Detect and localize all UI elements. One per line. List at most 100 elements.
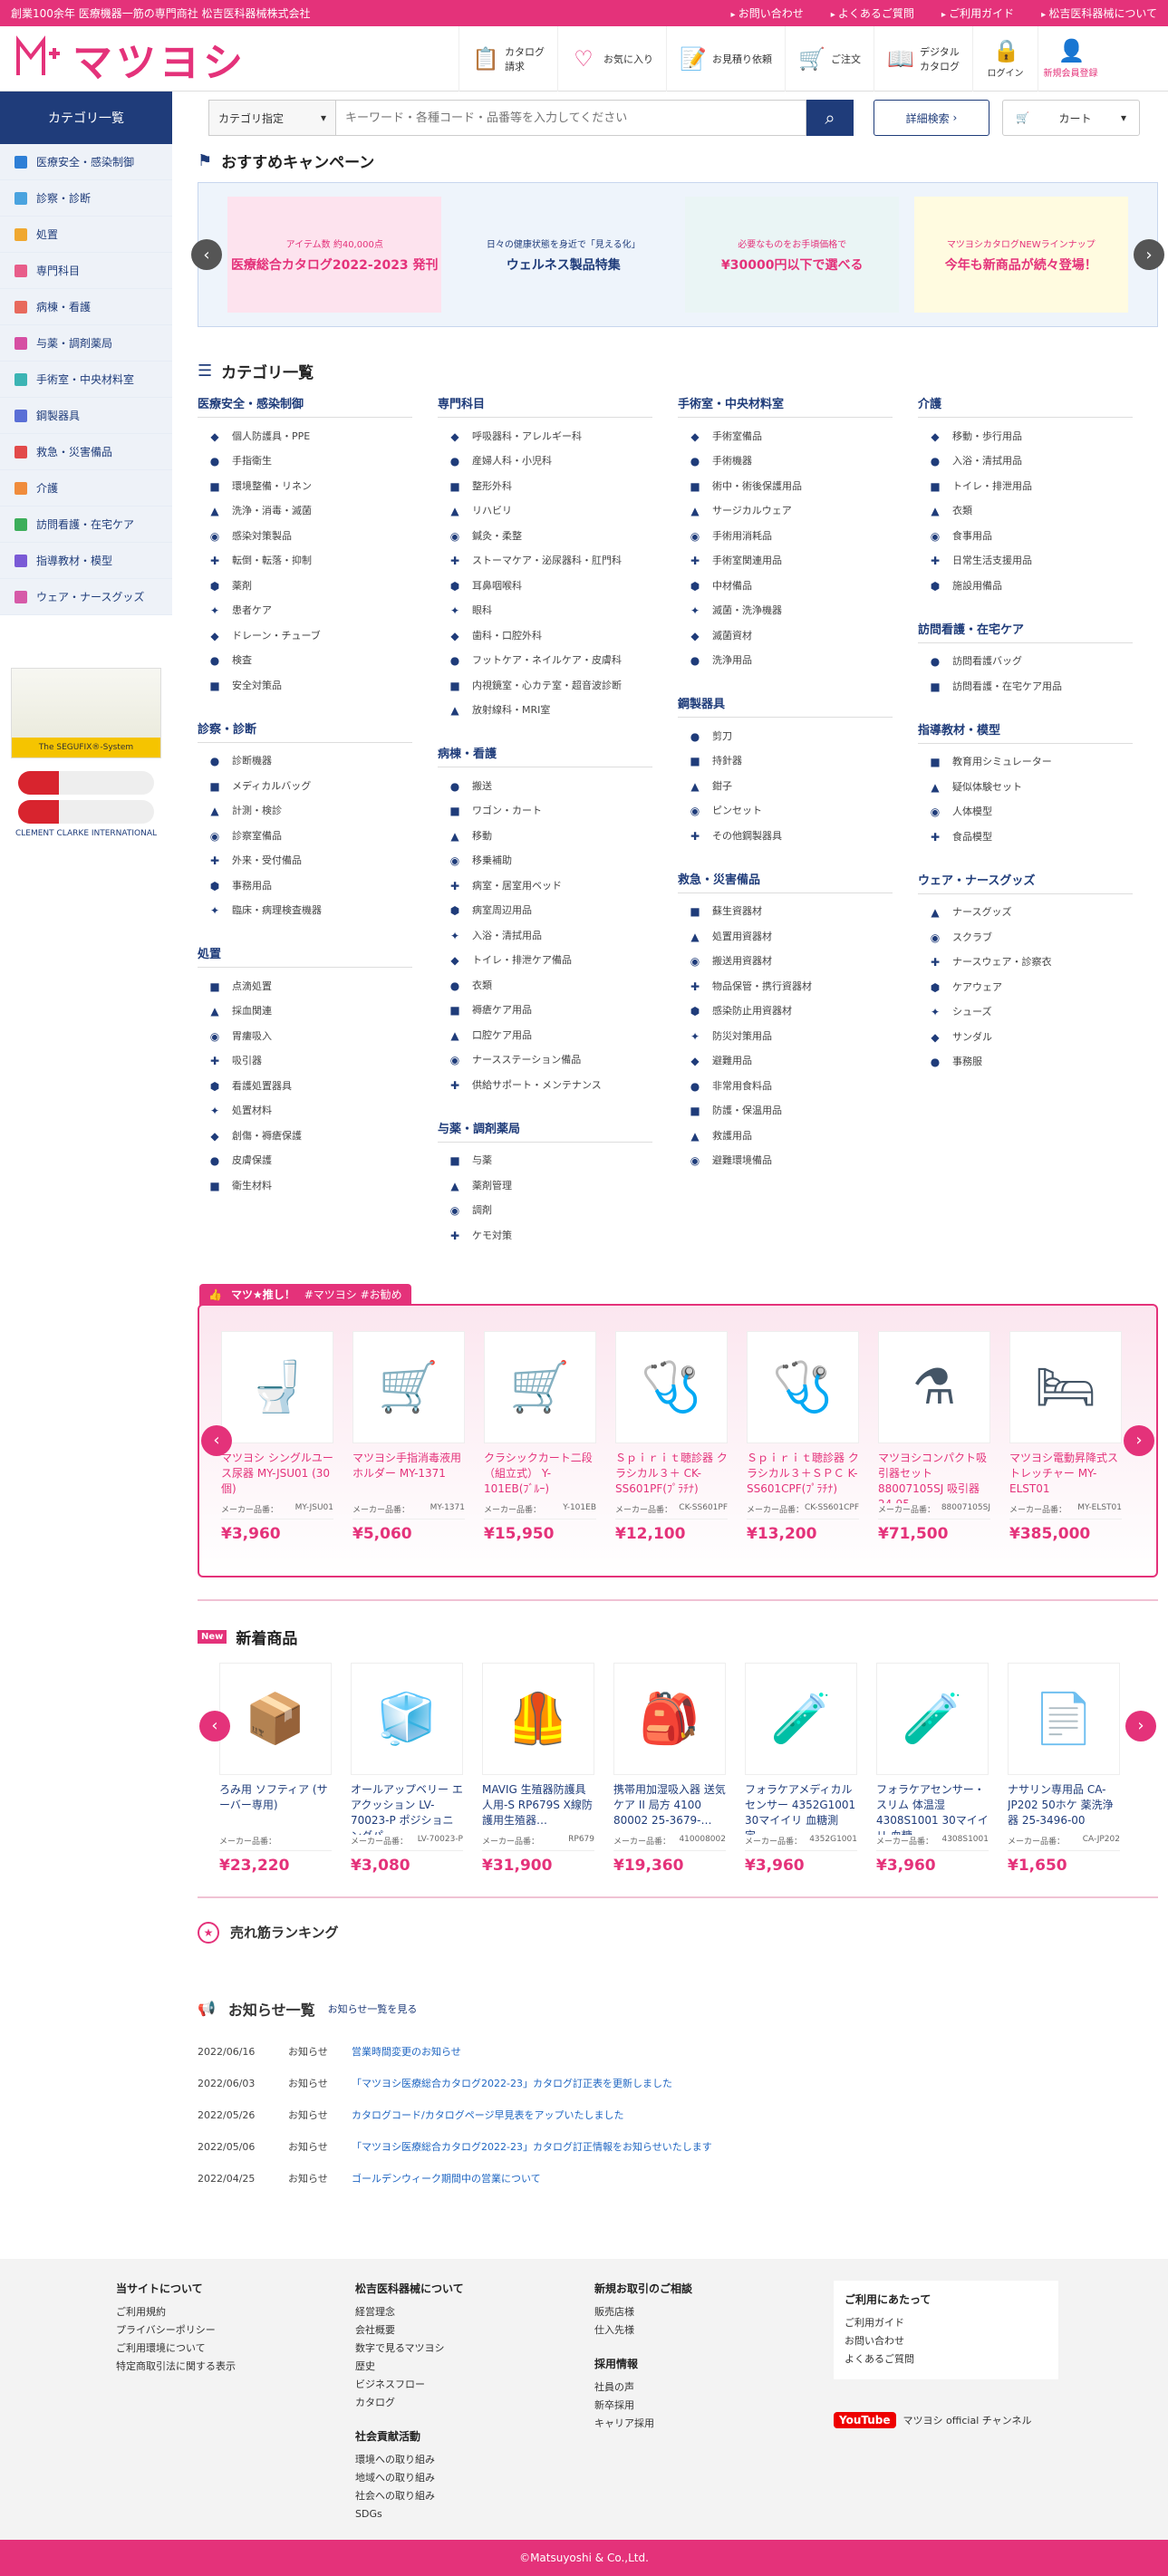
sidebar-item[interactable]: ウェア・ナースグッズ xyxy=(0,579,172,615)
campaign-banner[interactable]: アイテム数 約40,000点 医療総合カタログ2022-2023 発刊 xyxy=(227,197,442,313)
sidebar-item[interactable]: 診察・診断 xyxy=(0,180,172,217)
product-image[interactable]: 📄 xyxy=(1008,1662,1120,1775)
product-name[interactable]: Ｓｐｉｒｉｔ聴診器 クラシカル３＋ＳＰＣ K-SS601CPF(ﾌﾟﾗﾁﾅ) xyxy=(747,1451,859,1503)
category-link[interactable]: ● 訪問看護バッグ xyxy=(918,649,1133,674)
category-link[interactable]: ✚ 供給サポート・メンテナンス xyxy=(438,1072,652,1097)
header-nav-item[interactable]: 📖 デジタル カタログ xyxy=(874,25,972,92)
footer-link[interactable]: ご利用ガイド xyxy=(845,2314,1047,2332)
category-link[interactable]: ⬢ 薬剤 xyxy=(198,573,412,598)
sidebar-item[interactable]: 救急・災害備品 xyxy=(0,434,172,470)
product-image[interactable]: 🦺 xyxy=(482,1662,594,1775)
category-link[interactable]: ▲ 移動 xyxy=(438,823,652,848)
product-image[interactable]: 🩺 xyxy=(615,1330,728,1443)
category-group-heading[interactable]: 介護 xyxy=(918,394,1133,418)
product-name[interactable]: ろみ用 ソフティア (サーバー専用) xyxy=(219,1782,332,1835)
new-prev-button[interactable]: ‹ xyxy=(199,1710,230,1741)
product-name[interactable]: 携帯用加湿吸入器 送気ケア II 局方 4100 80002 25-3679-… xyxy=(613,1782,726,1835)
category-link[interactable]: ● 手指衛生 xyxy=(198,449,412,474)
category-link[interactable]: ▲ 処置用資器材 xyxy=(678,923,893,949)
footer-link[interactable]: 社会への取り組み xyxy=(355,2487,594,2505)
category-link[interactable]: ■ 衛生材料 xyxy=(198,1172,412,1198)
top-link-faq[interactable]: よくあるご質問 xyxy=(831,5,914,21)
category-link[interactable]: ■ 訪問看護・在宅ケア用品 xyxy=(918,673,1133,699)
category-link[interactable]: ● 事務服 xyxy=(918,1049,1133,1075)
product-name[interactable]: マツヨシ電動昇降式ストレッチャー MY-ELST01 xyxy=(1009,1451,1122,1503)
category-link[interactable]: ● 手術機器 xyxy=(678,449,893,474)
product-card[interactable]: 📦 ろみ用 ソフティア (サーバー専用) メーカー品番： ¥23,220 xyxy=(219,1662,332,1875)
category-link[interactable]: ✚ 食品模型 xyxy=(918,824,1133,849)
product-image[interactable]: 🧊 xyxy=(351,1662,463,1775)
category-link[interactable]: ◉ 診察室備品 xyxy=(198,823,412,848)
sidebar-item[interactable]: 鋼製器具 xyxy=(0,398,172,434)
category-link[interactable]: ▲ ナースグッズ xyxy=(918,900,1133,925)
category-link[interactable]: ▲ 採血関連 xyxy=(198,999,412,1024)
category-link[interactable]: ◉ 鍼灸・柔整 xyxy=(438,523,652,548)
footer-link[interactable]: お問い合わせ xyxy=(845,2332,1047,2350)
top-link-contact[interactable]: お問い合わせ xyxy=(730,5,804,21)
product-name[interactable]: マツヨシ手指消毒液用ホルダー MY-1371 xyxy=(352,1451,465,1503)
category-link[interactable]: ✦ シューズ xyxy=(918,999,1133,1025)
product-image[interactable]: 🚽 xyxy=(221,1330,333,1443)
product-image[interactable]: 🛒 xyxy=(352,1330,465,1443)
category-group-heading[interactable]: 指導教材・模型 xyxy=(918,720,1133,744)
category-group-heading[interactable]: 医療安全・感染制御 xyxy=(198,394,412,418)
recommend-prev-button[interactable]: ‹ xyxy=(201,1424,232,1456)
footer-link[interactable]: 社員の声 xyxy=(594,2378,834,2397)
category-link[interactable]: ✚ 吸引器 xyxy=(198,1048,412,1074)
footer-link[interactable]: 新卒採用 xyxy=(594,2397,834,2415)
category-group-heading[interactable]: ウェア・ナースグッズ xyxy=(918,871,1133,894)
category-link[interactable]: ⬢ 中材備品 xyxy=(678,573,893,598)
top-link-guide[interactable]: ご利用ガイド xyxy=(941,5,1014,21)
category-link[interactable]: ✦ 患者ケア xyxy=(198,598,412,623)
product-card[interactable]: 🩺 Ｓｐｉｒｉｔ聴診器 クラシカル３＋ＳＰＣ K-SS601CPF(ﾌﾟﾗﾁﾅ) メ… xyxy=(747,1330,859,1543)
category-link[interactable]: ◆ 呼吸器科・アレルギー科 xyxy=(438,423,652,449)
category-link[interactable]: ● 剪刀 xyxy=(678,723,893,748)
product-image[interactable]: 📦 xyxy=(219,1662,332,1775)
category-link[interactable]: ◆ 避難用品 xyxy=(678,1048,893,1074)
product-card[interactable]: 🦺 MAVIG 生殖器防護具 人用-S RP679S X線防護用生殖器… メーカー品… xyxy=(482,1662,594,1875)
category-link[interactable]: ▲ 放射線科・MRI室 xyxy=(438,698,652,723)
product-card[interactable]: 🧪フォラケアセンサー・スリム 体温湿 4308S1001 30マイイリ 血糖…メ… xyxy=(876,1662,989,1875)
carousel-next-button[interactable]: › xyxy=(1134,239,1164,270)
category-link[interactable]: ✚ 病室・居室用ベッド xyxy=(438,873,652,898)
footer-link[interactable]: ビジネスフロー xyxy=(355,2376,594,2394)
category-link[interactable]: ⬢ ケアウェア xyxy=(918,974,1133,999)
category-link[interactable]: ■ 術中・術後保護用品 xyxy=(678,473,893,498)
product-card[interactable]: 🛒 クラシックカート二段（組立式） Y-101EB(ﾌﾞﾙｰ) メーカー品番： Y-1… xyxy=(484,1330,596,1543)
product-name[interactable]: ナサリン専用品 CA-JP202 50ホケ 薬洗浄器 25-3496-00 xyxy=(1008,1782,1120,1835)
category-link[interactable]: ✚ 物品保管・携行資器材 xyxy=(678,973,893,999)
category-group-heading[interactable]: 診察・診断 xyxy=(198,719,412,743)
category-link[interactable]: ✚ 手術室関連用品 xyxy=(678,548,893,574)
category-link[interactable]: ● フットケア・ネイルケア・皮膚科 xyxy=(438,648,652,673)
product-image[interactable]: 🩺 xyxy=(747,1330,859,1443)
sidebar-item[interactable]: 介護 xyxy=(0,470,172,507)
category-link[interactable]: ◉ 胃瘻吸入 xyxy=(198,1023,412,1048)
category-link[interactable]: ■ 持針器 xyxy=(678,748,893,774)
category-link[interactable]: ✦ 入浴・清拭用品 xyxy=(438,922,652,948)
category-link[interactable]: ◆ 歯科・口腔外科 xyxy=(438,622,652,648)
header-nav-item[interactable]: 📋 カタログ 請求 xyxy=(459,25,557,92)
category-link[interactable]: ● 入浴・清拭用品 xyxy=(918,449,1133,474)
category-link[interactable]: ■ 防護・保温用品 xyxy=(678,1098,893,1124)
category-link[interactable]: ◆ 創傷・褥瘡保護 xyxy=(198,1123,412,1148)
footer-link[interactable]: ご利用規約 xyxy=(116,2303,355,2321)
category-link[interactable]: ◉ 移乗補助 xyxy=(438,848,652,873)
footer-link[interactable]: 販売店様 xyxy=(594,2303,834,2321)
product-card[interactable]: 🚽 マツヨシ シングルユース尿器 MY-JSU01 (30個) メーカー品番： MY-… xyxy=(221,1330,333,1543)
category-group-heading[interactable]: 処置 xyxy=(198,944,412,968)
category-link[interactable]: ▲ 疑似体験セット xyxy=(918,774,1133,799)
footer-link[interactable]: 歴史 xyxy=(355,2358,594,2376)
clement-clarke-banner[interactable]: CLEMENT CLARKE INTERNATIONAL xyxy=(11,771,161,856)
product-card[interactable]: 🎒 携帯用加湿吸入器 送気ケア II 局方 4100 80002 25-3679-… xyxy=(613,1662,726,1875)
product-card[interactable]: 🧪フォラケアメディカルセンサー 4352G1001 30マイイリ 血糖測定…メー… xyxy=(745,1662,857,1875)
product-name[interactable]: フォラケアセンサー・スリム 体温湿 4308S1001 30マイイリ 血糖… xyxy=(876,1782,989,1835)
campaign-banner[interactable]: 日々の健康状態を身近で「見える化」 ウェルネス製品特集 xyxy=(456,197,671,313)
product-image[interactable]: 🧪 xyxy=(876,1662,989,1775)
header-nav-item[interactable]: 🛒 ご注文 xyxy=(785,25,874,92)
product-name[interactable]: MAVIG 生殖器防護具 人用-S RP679S X線防護用生殖器… xyxy=(482,1782,594,1835)
product-name[interactable]: クラシックカート二段（組立式） Y-101EB(ﾌﾞﾙｰ) xyxy=(484,1451,596,1503)
product-name[interactable]: Ｓｐｉｒｉｔ聴診器 クラシカル３＋ CK-SS601PF(ﾌﾟﾗﾁﾅ) xyxy=(615,1451,728,1503)
category-link[interactable]: ■ 点滴処置 xyxy=(198,973,412,999)
category-link[interactable]: ■ ワゴン・カート xyxy=(438,798,652,824)
category-link[interactable]: ⬢ 施設用備品 xyxy=(918,573,1133,598)
